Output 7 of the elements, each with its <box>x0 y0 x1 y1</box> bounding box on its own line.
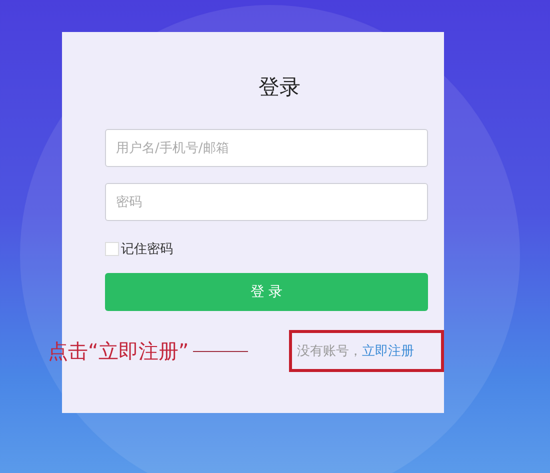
register-link[interactable]: 立即注册 <box>362 344 414 359</box>
login-title: 登录 <box>258 74 300 100</box>
remember-label: 记住密码 <box>121 241 173 258</box>
password-field[interactable]: 密码 <box>105 183 428 221</box>
register-prompt: 没有账号， <box>297 344 362 359</box>
username-field[interactable]: 用户名/手机号/邮箱 <box>105 129 428 167</box>
login-button[interactable]: 登 录 <box>105 273 428 311</box>
